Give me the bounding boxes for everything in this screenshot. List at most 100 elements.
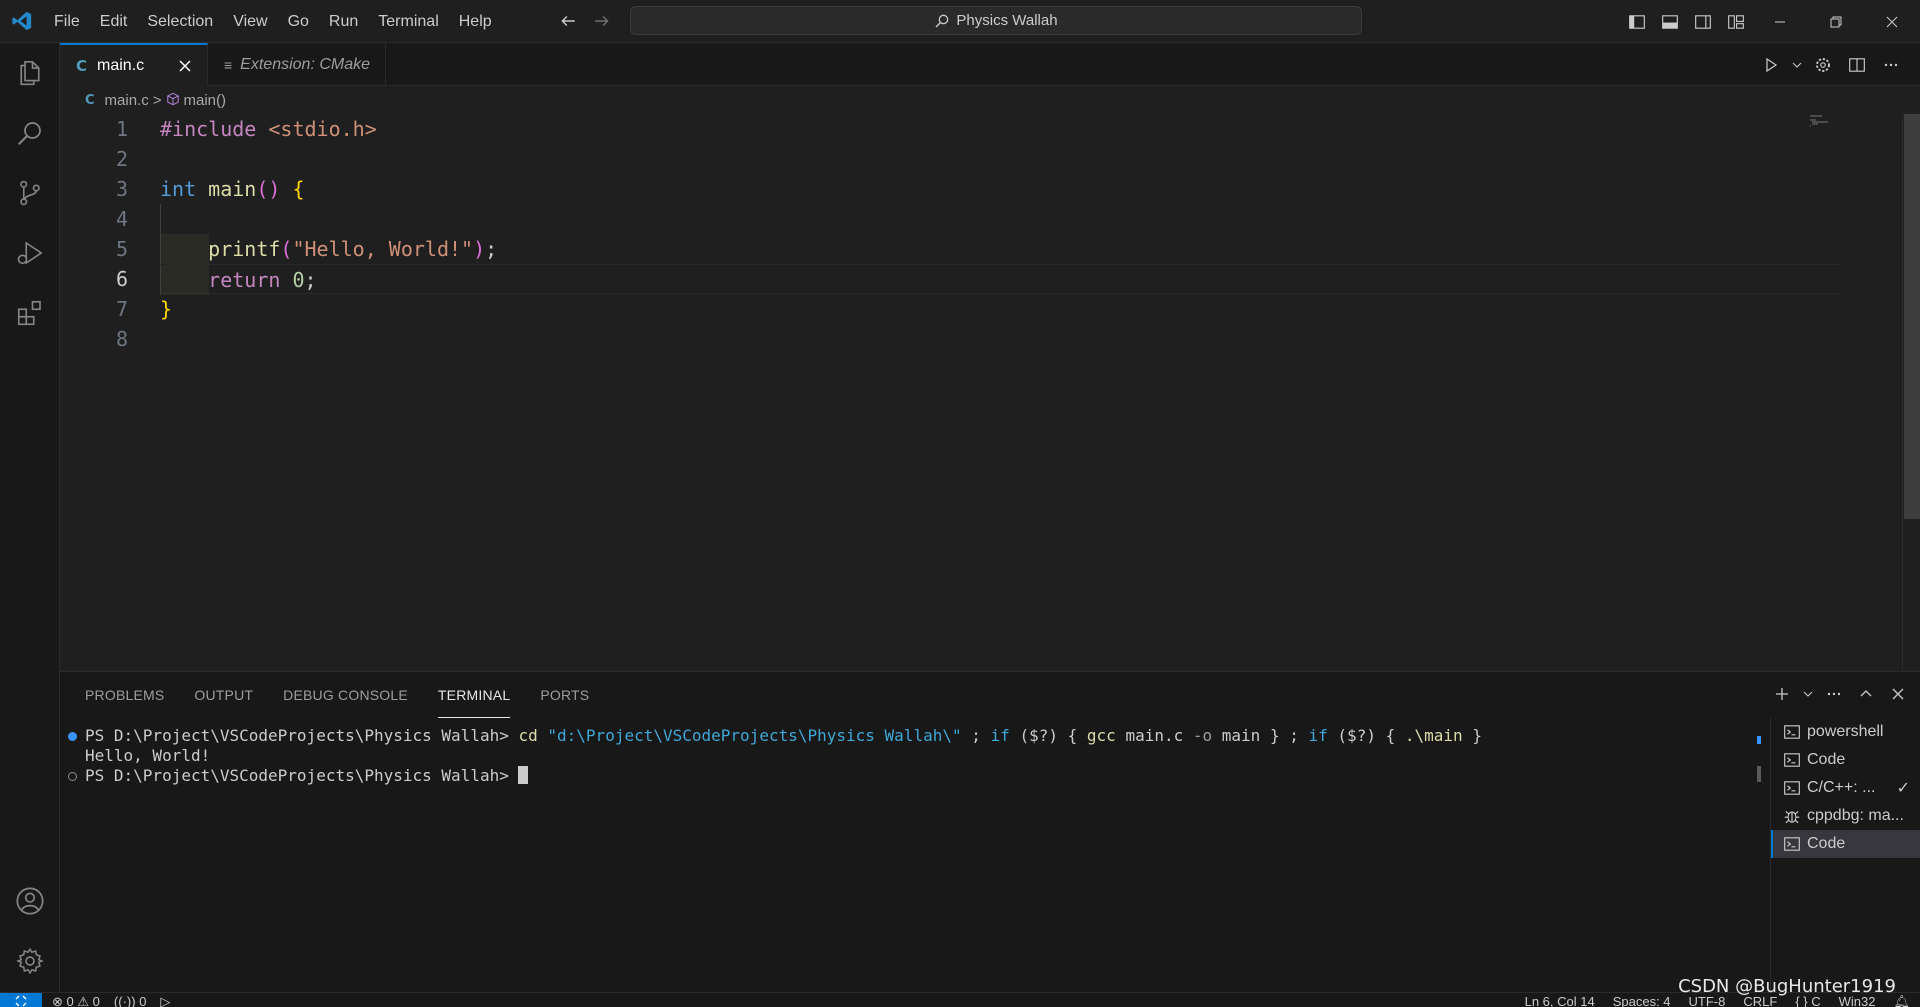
menu-go[interactable]: Go (278, 0, 319, 43)
tab-output[interactable]: OUTPUT (194, 672, 253, 718)
cmd-close: } (1269, 726, 1280, 745)
menu-file[interactable]: File (44, 0, 90, 43)
code-editor[interactable]: 1 2 3 4 5 6 7 8 #include <stdio.h> int m… (60, 114, 1920, 671)
command-center-search[interactable]: Physics Wallah (630, 6, 1362, 35)
command-success-icon[interactable] (68, 732, 77, 741)
command-pending-icon[interactable] (68, 772, 77, 781)
line-number-gutter: 1 2 3 4 5 6 7 8 (60, 114, 160, 354)
toggle-primary-sidebar-icon[interactable] (1620, 0, 1653, 43)
function-call: printf (208, 237, 281, 261)
menu-edit[interactable]: Edit (90, 0, 138, 43)
editor-scrollbar[interactable] (1902, 114, 1920, 671)
terminal-output[interactable]: PS D:\Project\VSCodeProjects\Physics Wal… (60, 726, 1760, 786)
title-bar-controls (1620, 0, 1920, 43)
line-number: 2 (115, 147, 128, 171)
problems-status[interactable]: ⊗ 0 ⚠ 0 (52, 993, 100, 1007)
bottom-panel: PROBLEMS OUTPUT DEBUG CONSOLE TERMINAL P… (60, 671, 1920, 993)
open-brace: { (292, 177, 305, 201)
search-icon[interactable] (0, 103, 60, 163)
check-icon: ✓ (1896, 780, 1910, 797)
terminal-icon (1784, 725, 1800, 739)
cmd-path: "d:\Project\VSCodeProjects\Physics Walla… (547, 726, 962, 745)
terminal-icon (1784, 781, 1800, 795)
terminal-item-powershell[interactable]: powershell (1771, 718, 1920, 746)
extensions-icon[interactable] (0, 283, 60, 343)
run-code-status-icon[interactable]: ▷ (160, 993, 170, 1007)
tab-main-c[interactable]: C main.c (60, 43, 208, 86)
forward-arrow-icon[interactable] (592, 8, 612, 34)
cmd-if: if (990, 726, 1010, 745)
maximize-panel-icon[interactable] (1854, 680, 1878, 708)
code-line-6: return 0; (160, 264, 1840, 295)
breadcrumb-file[interactable]: main.c (105, 92, 149, 109)
menu-terminal[interactable]: Terminal (368, 0, 448, 43)
search-icon (935, 14, 949, 27)
tab-ports[interactable]: PORTS (540, 672, 589, 718)
code-area[interactable]: #include <stdio.h> int main() { printf("… (160, 114, 1840, 354)
ports-count: 0 (139, 994, 147, 1007)
extension-page-icon: ≡ (224, 56, 233, 73)
toggle-panel-icon[interactable] (1653, 0, 1686, 43)
source-control-icon[interactable] (0, 163, 60, 223)
open-paren: ( (280, 237, 293, 261)
ports-status[interactable]: ((·)) 0 (114, 993, 147, 1007)
terminal-item-code[interactable]: Code (1771, 746, 1920, 774)
close-tab-icon[interactable] (175, 56, 195, 76)
function-name: main (208, 177, 257, 201)
run-and-debug-icon[interactable] (0, 223, 60, 283)
breadcrumb-symbol[interactable]: main() (184, 92, 227, 109)
type-keyword: int (160, 177, 197, 201)
scrollbar-thumb[interactable] (1904, 114, 1920, 519)
line-number: 7 (115, 297, 128, 321)
string-literal: "Hello, World!" (292, 237, 474, 261)
semicolon: ; (485, 237, 498, 261)
minimap[interactable] (1808, 114, 1838, 154)
new-terminal-icon[interactable] (1770, 680, 1794, 708)
error-count: 0 (66, 994, 74, 1007)
cmd-cd: cd (518, 726, 538, 745)
tab-extension-cmake[interactable]: ≡ Extension: CMake (208, 43, 386, 86)
terminal-scrollbar[interactable] (1757, 724, 1761, 784)
close-paren: ) (473, 237, 486, 261)
run-code-icon[interactable] (1756, 50, 1786, 80)
line-number-current: 6 (115, 267, 128, 291)
terminal-line-output: Hello, World! (85, 746, 211, 765)
terminal-item-cpp-build[interactable]: C/C++: ... ✓ (1771, 774, 1920, 802)
back-arrow-icon[interactable] (558, 8, 578, 34)
remote-indicator-icon[interactable] (0, 993, 42, 1007)
menu-help[interactable]: Help (449, 0, 502, 43)
more-actions-icon[interactable] (1822, 680, 1846, 708)
restore-icon[interactable] (1808, 0, 1864, 43)
minimize-icon[interactable] (1752, 0, 1808, 43)
more-actions-icon[interactable] (1876, 50, 1906, 80)
accounts-icon[interactable] (0, 871, 60, 931)
manage-gear-icon[interactable] (0, 931, 60, 991)
code-line-4 (160, 204, 1840, 234)
cmd-src: main.c (1125, 726, 1184, 745)
menu-view[interactable]: View (223, 0, 277, 43)
chevron-down-icon[interactable] (1790, 50, 1804, 80)
terminal-item-cppdbg[interactable]: cppdbg: ma... (1771, 802, 1920, 830)
toggle-secondary-sidebar-icon[interactable] (1686, 0, 1719, 43)
tab-terminal[interactable]: TERMINAL (437, 672, 511, 718)
tab-label: main.c (97, 56, 145, 74)
code-line-7: } (160, 294, 1840, 324)
indentation[interactable]: Spaces: 4 (1613, 993, 1671, 1007)
menu-run[interactable]: Run (319, 0, 368, 43)
cursor-position[interactable]: Ln 6, Col 14 (1525, 993, 1595, 1007)
explorer-icon[interactable] (0, 43, 60, 103)
debug-icon (1784, 811, 1800, 824)
split-editor-icon[interactable] (1842, 50, 1872, 80)
chevron-down-icon[interactable] (1802, 680, 1814, 708)
close-brace: } (160, 297, 173, 321)
close-window-icon[interactable] (1864, 0, 1920, 43)
customize-layout-icon[interactable] (1719, 0, 1752, 43)
terminal-item-code-selected[interactable]: Code (1771, 830, 1920, 858)
menu-selection[interactable]: Selection (137, 0, 223, 43)
tab-problems[interactable]: PROBLEMS (85, 672, 164, 718)
close-panel-icon[interactable] (1886, 680, 1910, 708)
tab-debug-console[interactable]: DEBUG CONSOLE (283, 672, 408, 718)
cmd-if: if (1308, 726, 1328, 745)
settings-gear-icon[interactable] (1808, 50, 1838, 80)
